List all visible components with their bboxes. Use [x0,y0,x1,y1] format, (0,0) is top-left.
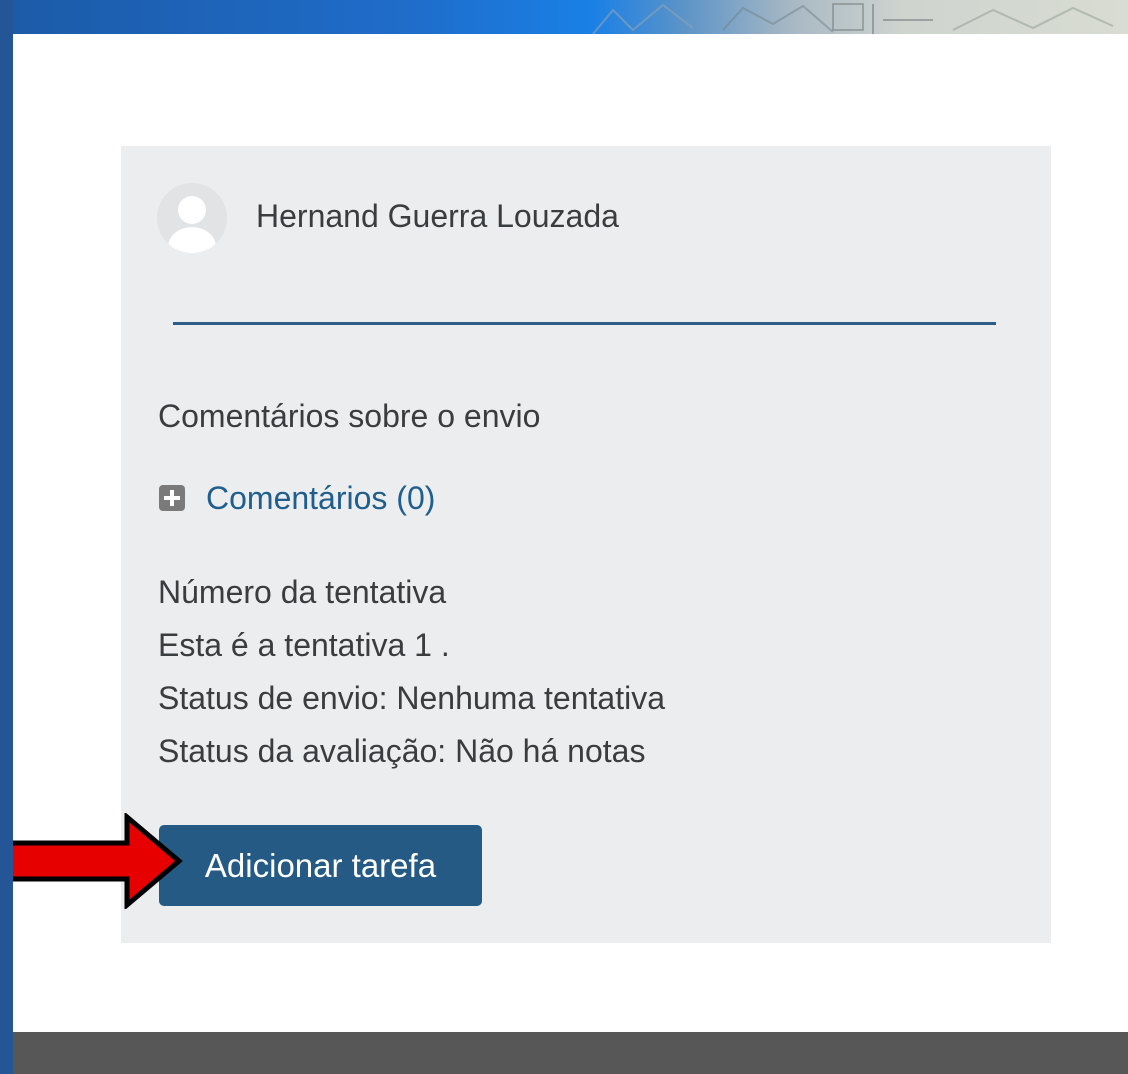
comments-link-label[interactable]: Comentários (0) [206,478,435,518]
header-banner [13,0,1128,34]
header-banner-image [592,3,1114,34]
avatar-silhouette [157,183,227,253]
plus-square-icon [159,485,185,511]
submission-comments-heading: Comentários sobre o envio [158,398,541,434]
comments-toggle-link[interactable]: Comentários (0) [158,478,435,518]
attempt-number-heading: Número da tentativa [158,574,447,610]
red-arrow-icon [13,813,183,909]
user-name[interactable]: Hernand Guerra Louzada [256,196,619,236]
page: Hernand Guerra Louzada Comentários sobre… [13,0,1128,1074]
submission-status-text: Status de envio: Nenhuma tentativa [158,680,665,716]
add-submission-button[interactable]: Adicionar tarefa [159,825,482,906]
attempt-number-text: Esta é a tentativa 1 . [158,627,450,663]
attempt-info: Número da tentativa Esta é a tentativa 1… [158,566,665,778]
submission-status-card: Hernand Guerra Louzada Comentários sobre… [121,146,1051,943]
user-avatar-icon[interactable] [157,183,227,253]
page-footer [13,1032,1128,1074]
grading-status-text: Status da avaliação: Não há notas [158,733,646,769]
section-divider [173,322,996,325]
